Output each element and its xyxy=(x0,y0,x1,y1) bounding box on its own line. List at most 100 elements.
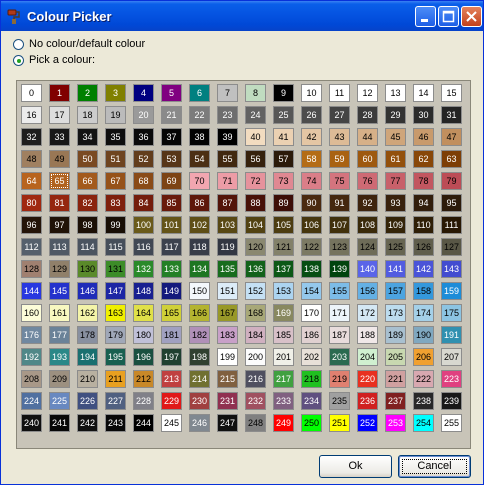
colour-swatch[interactable]: 103 xyxy=(217,216,238,234)
colour-swatch[interactable]: 94 xyxy=(413,194,434,212)
colour-swatch[interactable]: 255 xyxy=(441,414,462,432)
colour-swatch[interactable]: 46 xyxy=(413,128,434,146)
colour-swatch[interactable]: 226 xyxy=(77,392,98,410)
colour-swatch[interactable]: 131 xyxy=(105,260,126,278)
colour-swatch[interactable]: 214 xyxy=(189,370,210,388)
colour-swatch[interactable]: 91 xyxy=(329,194,350,212)
colour-swatch[interactable]: 176 xyxy=(21,326,42,344)
colour-swatch[interactable]: 111 xyxy=(441,216,462,234)
colour-swatch[interactable]: 8 xyxy=(245,84,266,102)
colour-swatch[interactable]: 63 xyxy=(441,150,462,168)
colour-swatch[interactable]: 80 xyxy=(21,194,42,212)
colour-swatch[interactable]: 206 xyxy=(413,348,434,366)
colour-swatch[interactable]: 228 xyxy=(133,392,154,410)
colour-swatch[interactable]: 84 xyxy=(133,194,154,212)
colour-swatch[interactable]: 73 xyxy=(273,172,294,190)
colour-swatch[interactable]: 28 xyxy=(357,106,378,124)
colour-swatch[interactable]: 143 xyxy=(441,260,462,278)
colour-swatch[interactable]: 136 xyxy=(245,260,266,278)
colour-swatch[interactable]: 198 xyxy=(189,348,210,366)
colour-swatch[interactable]: 248 xyxy=(245,414,266,432)
colour-swatch[interactable]: 187 xyxy=(329,326,350,344)
colour-swatch[interactable]: 116 xyxy=(133,238,154,256)
option-pick-colour[interactable]: Pick a colour: xyxy=(13,53,95,67)
colour-swatch[interactable]: 32 xyxy=(21,128,42,146)
colour-swatch[interactable]: 158 xyxy=(413,282,434,300)
colour-swatch[interactable]: 15 xyxy=(441,84,462,102)
colour-swatch[interactable]: 42 xyxy=(301,128,322,146)
colour-swatch[interactable]: 216 xyxy=(245,370,266,388)
colour-swatch[interactable]: 93 xyxy=(385,194,406,212)
colour-swatch[interactable]: 145 xyxy=(49,282,70,300)
colour-swatch[interactable]: 23 xyxy=(217,106,238,124)
colour-swatch[interactable]: 218 xyxy=(301,370,322,388)
colour-swatch[interactable]: 81 xyxy=(49,194,70,212)
colour-swatch[interactable]: 100 xyxy=(133,216,154,234)
colour-swatch[interactable]: 31 xyxy=(441,106,462,124)
colour-swatch[interactable]: 72 xyxy=(245,172,266,190)
colour-swatch[interactable]: 98 xyxy=(77,216,98,234)
title-bar[interactable]: Colour Picker xyxy=(1,1,483,31)
colour-swatch[interactable]: 132 xyxy=(133,260,154,278)
colour-swatch[interactable]: 150 xyxy=(189,282,210,300)
colour-swatch[interactable]: 244 xyxy=(133,414,154,432)
colour-swatch[interactable]: 236 xyxy=(357,392,378,410)
colour-swatch[interactable]: 249 xyxy=(273,414,294,432)
colour-swatch[interactable]: 180 xyxy=(133,326,154,344)
colour-swatch[interactable]: 66 xyxy=(77,172,98,190)
colour-swatch[interactable]: 195 xyxy=(105,348,126,366)
colour-swatch[interactable]: 29 xyxy=(385,106,406,124)
colour-swatch[interactable]: 225 xyxy=(49,392,70,410)
colour-swatch[interactable]: 154 xyxy=(301,282,322,300)
colour-swatch[interactable]: 181 xyxy=(161,326,182,344)
colour-swatch[interactable]: 13 xyxy=(385,84,406,102)
colour-swatch[interactable]: 141 xyxy=(385,260,406,278)
colour-swatch[interactable]: 43 xyxy=(329,128,350,146)
colour-swatch[interactable]: 99 xyxy=(105,216,126,234)
colour-swatch[interactable]: 169 xyxy=(273,304,294,322)
colour-swatch[interactable]: 58 xyxy=(301,150,322,168)
colour-swatch[interactable]: 208 xyxy=(21,370,42,388)
colour-swatch[interactable]: 38 xyxy=(189,128,210,146)
colour-swatch[interactable]: 102 xyxy=(189,216,210,234)
colour-swatch[interactable]: 119 xyxy=(217,238,238,256)
colour-swatch[interactable]: 200 xyxy=(245,348,266,366)
colour-swatch[interactable]: 123 xyxy=(329,238,350,256)
colour-swatch[interactable]: 163 xyxy=(105,304,126,322)
colour-swatch[interactable]: 238 xyxy=(413,392,434,410)
colour-swatch[interactable]: 64 xyxy=(21,172,42,190)
colour-swatch[interactable]: 30 xyxy=(413,106,434,124)
colour-swatch[interactable]: 155 xyxy=(329,282,350,300)
colour-swatch[interactable]: 22 xyxy=(189,106,210,124)
colour-swatch[interactable]: 51 xyxy=(105,150,126,168)
colour-swatch[interactable]: 231 xyxy=(217,392,238,410)
colour-swatch[interactable]: 6 xyxy=(189,84,210,102)
maximize-button[interactable] xyxy=(438,6,459,27)
colour-swatch[interactable]: 108 xyxy=(357,216,378,234)
colour-swatch[interactable]: 122 xyxy=(301,238,322,256)
colour-swatch[interactable]: 7 xyxy=(217,84,238,102)
colour-swatch[interactable]: 251 xyxy=(329,414,350,432)
colour-swatch[interactable]: 4 xyxy=(133,84,154,102)
colour-swatch[interactable]: 1 xyxy=(49,84,70,102)
colour-swatch[interactable]: 182 xyxy=(189,326,210,344)
colour-swatch[interactable]: 126 xyxy=(413,238,434,256)
colour-swatch[interactable]: 19 xyxy=(105,106,126,124)
colour-swatch[interactable]: 60 xyxy=(357,150,378,168)
colour-swatch[interactable]: 12 xyxy=(357,84,378,102)
colour-swatch[interactable]: 25 xyxy=(273,106,294,124)
colour-swatch[interactable]: 148 xyxy=(133,282,154,300)
colour-swatch[interactable]: 82 xyxy=(77,194,98,212)
colour-swatch[interactable]: 79 xyxy=(441,172,462,190)
colour-swatch[interactable]: 44 xyxy=(357,128,378,146)
colour-swatch[interactable]: 35 xyxy=(105,128,126,146)
colour-swatch[interactable]: 87 xyxy=(217,194,238,212)
colour-swatch[interactable]: 223 xyxy=(441,370,462,388)
close-button[interactable] xyxy=(461,6,482,27)
colour-swatch[interactable]: 227 xyxy=(105,392,126,410)
colour-swatch[interactable]: 112 xyxy=(21,238,42,256)
colour-swatch[interactable]: 140 xyxy=(357,260,378,278)
colour-swatch[interactable]: 11 xyxy=(329,84,350,102)
colour-swatch[interactable]: 149 xyxy=(161,282,182,300)
colour-swatch[interactable]: 151 xyxy=(217,282,238,300)
